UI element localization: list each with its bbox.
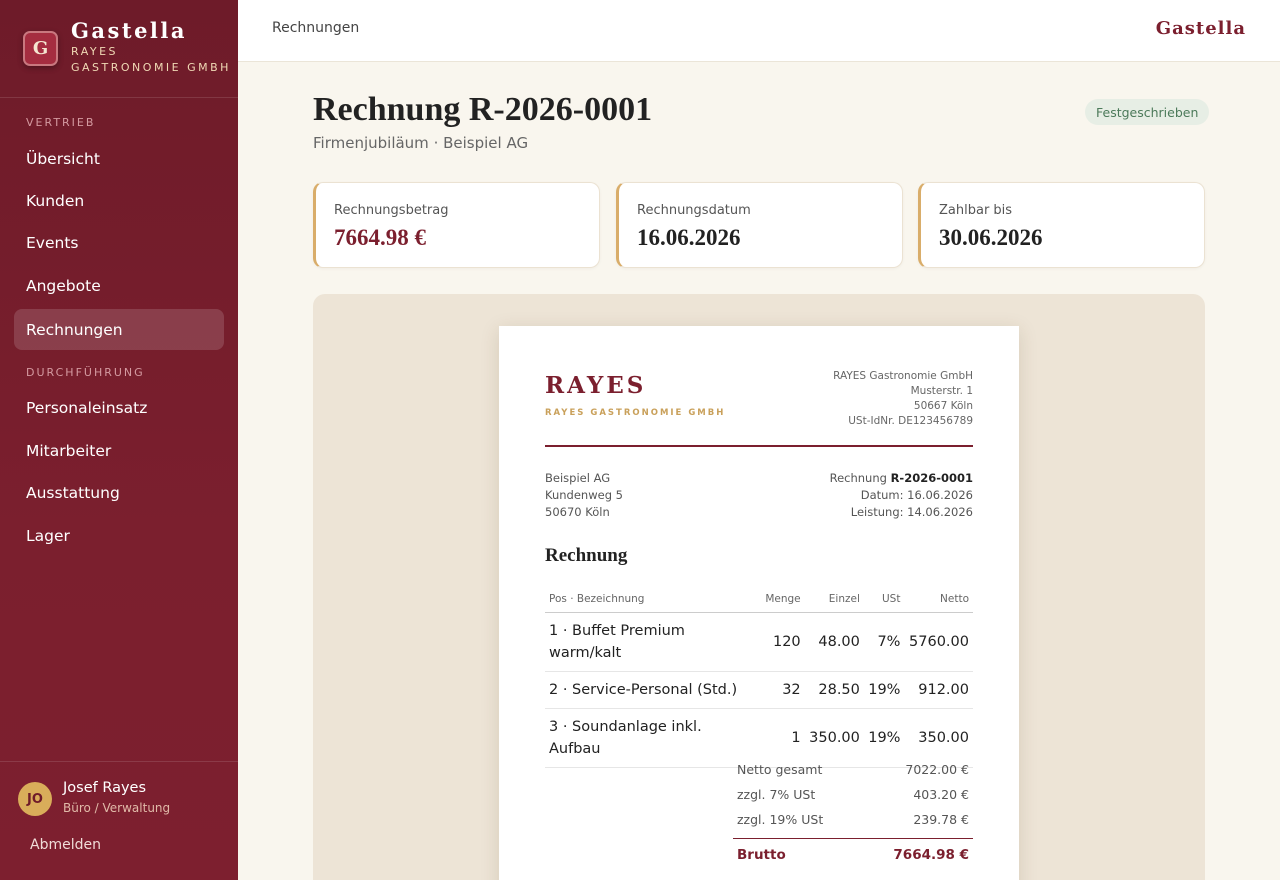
brand-block: G Gastella RAYES GASTRONOMIE GMBH [0, 0, 238, 98]
column-header: Menge [761, 588, 805, 613]
recipient-line: 50670 Köln [545, 505, 610, 519]
total-row-vat7: zzgl. 7% USt 403.20 € [733, 782, 973, 807]
gross-label: Brutto [737, 846, 786, 863]
column-header: Netto [904, 588, 973, 613]
card-value: 16.06.2026 [637, 225, 741, 250]
logout-link[interactable]: Abmelden [30, 837, 101, 853]
sidebar-item-uebersicht[interactable]: Übersicht [14, 138, 224, 179]
header-brand: Gastella [1155, 18, 1246, 39]
cell-quantity: 32 [761, 671, 805, 709]
card-label: Rechnungsbetrag [334, 203, 449, 218]
total-value: 7022.00 € [905, 762, 969, 777]
section-label-vertrieb: VERTRIEB [26, 116, 96, 129]
cell-quantity: 120 [761, 612, 805, 672]
cell-vat: 7% [863, 612, 905, 672]
page-title: Rechnung R-2026-0001 [313, 91, 653, 128]
page-subtitle: Firmenjubiläum · Beispiel AG [313, 134, 529, 152]
cell-vat: 19% [863, 671, 905, 709]
user-name: Josef Rayes [63, 780, 147, 796]
cell-description: 1 · Buffet Premium warm/kalt [545, 612, 761, 672]
card-label: Zahlbar bis [939, 203, 1013, 218]
cell-description: 2 · Service-Personal (Std.) [545, 671, 761, 709]
total-row-gross: Brutto 7664.98 € [733, 838, 973, 870]
user-panel: JO Josef Rayes Büro / Verwaltung Abmelde… [0, 761, 238, 880]
cell-net: 5760.00 [904, 612, 973, 672]
sidebar-item-ausstattung[interactable]: Ausstattung [14, 472, 224, 513]
user-role: Büro / Verwaltung [63, 801, 171, 815]
sidebar-item-kunden[interactable]: Kunden [14, 180, 224, 221]
column-header: Einzel [804, 588, 864, 613]
sender-line: Musterstr. 1 [910, 385, 973, 397]
card-value: 7664.98 € [334, 225, 426, 250]
sender-line: USt-IdNr. DE123456789 [848, 415, 973, 427]
table-row: 2 · Service-Personal (Std.) 32 28.50 19%… [545, 671, 973, 709]
table-header-row: Pos · Bezeichnung Menge Einzel USt Netto [545, 588, 973, 613]
sender-line: RAYES Gastronomie GmbH [833, 370, 973, 382]
total-label: Netto gesamt [737, 762, 823, 777]
invoice-totals: Netto gesamt 7022.00 € zzgl. 7% USt 403.… [733, 757, 973, 870]
gross-value: 7664.98 € [893, 846, 969, 863]
avatar[interactable]: JO [18, 782, 52, 816]
brand-name: Gastella [71, 18, 187, 43]
invoice-meta: Rechnung R-2026-0001 Datum: 16.06.2026 L… [830, 470, 973, 521]
column-header: Pos · Bezeichnung [545, 588, 761, 613]
invoice-number-line: Rechnung R-2026-0001 [830, 470, 973, 487]
sidebar-item-angebote[interactable]: Angebote [14, 265, 224, 306]
brand-subtitle-line1: RAYES [71, 45, 119, 58]
total-label: zzgl. 7% USt [737, 787, 816, 802]
cell-unit-price: 48.00 [804, 612, 864, 672]
total-row-net: Netto gesamt 7022.00 € [733, 757, 973, 782]
table-row: 1 · Buffet Premium warm/kalt 120 48.00 7… [545, 612, 973, 672]
invoice-logo: RAYES [545, 372, 647, 399]
invoice-sender-address: RAYES Gastronomie GmbH Musterstr. 1 5066… [833, 369, 973, 429]
top-bar: Rechnungen Gastella [238, 0, 1280, 62]
card-label: Rechnungsdatum [637, 203, 751, 218]
invoice-items-table: Pos · Bezeichnung Menge Einzel USt Netto… [545, 588, 973, 768]
column-header: USt [863, 588, 905, 613]
sidebar-item-personaleinsatz[interactable]: Personaleinsatz [14, 387, 224, 428]
sidebar-item-events[interactable]: Events [14, 222, 224, 263]
cell-description: 3 · Soundanlage inkl. Aufbau [545, 708, 761, 768]
invoice-number-label: Rechnung [829, 471, 887, 485]
sender-line: 50667 Köln [913, 400, 973, 412]
invoice-header-divider [545, 445, 973, 447]
total-label: zzgl. 19% USt [737, 812, 824, 827]
recipient-line: Kundenweg 5 [545, 488, 623, 502]
invoice-number: R-2026-0001 [890, 471, 973, 485]
invoice-preview-area[interactable]: RAYES RAYES GASTRONOMIE GMBH RAYES Gastr… [313, 294, 1205, 880]
cell-unit-price: 28.50 [804, 671, 864, 709]
brand-subtitle-line2: GASTRONOMIE GMBH [71, 61, 231, 74]
total-row-vat19: zzgl. 19% USt 239.78 € [733, 807, 973, 832]
total-value: 239.78 € [913, 812, 969, 827]
invoice-heading: Rechnung [545, 545, 628, 566]
invoice-logo-subtitle: RAYES GASTRONOMIE GMBH [545, 408, 726, 418]
card-value: 30.06.2026 [939, 225, 1043, 250]
section-label-durchfuehrung: DURCHFÜHRUNG [26, 366, 145, 379]
invoice-service-date-line: Leistung: 14.06.2026 [850, 505, 973, 519]
cell-net: 912.00 [904, 671, 973, 709]
card-invoice-date: Rechnungsdatum 16.06.2026 [616, 182, 903, 268]
status-badge: Festgeschrieben [1085, 99, 1210, 125]
brand-logo-icon[interactable]: G [23, 31, 58, 66]
card-due-date: Zahlbar bis 30.06.2026 [918, 182, 1205, 268]
sidebar-item-mitarbeiter[interactable]: Mitarbeiter [14, 430, 224, 471]
total-value: 403.20 € [913, 787, 969, 802]
card-invoice-amount: Rechnungsbetrag 7664.98 € [313, 182, 600, 268]
invoice-date-line: Datum: 16.06.2026 [860, 488, 973, 502]
invoice-paper: RAYES RAYES GASTRONOMIE GMBH RAYES Gastr… [499, 326, 1019, 880]
invoice-recipient-address: Beispiel AG Kundenweg 5 50670 Köln [545, 470, 623, 521]
sidebar-item-rechnungen[interactable]: Rechnungen [14, 309, 224, 350]
sidebar-item-lager[interactable]: Lager [14, 515, 224, 556]
recipient-line: Beispiel AG [545, 471, 611, 485]
breadcrumb[interactable]: Rechnungen [272, 20, 359, 36]
sidebar: G Gastella RAYES GASTRONOMIE GMBH VERTRI… [0, 0, 238, 880]
